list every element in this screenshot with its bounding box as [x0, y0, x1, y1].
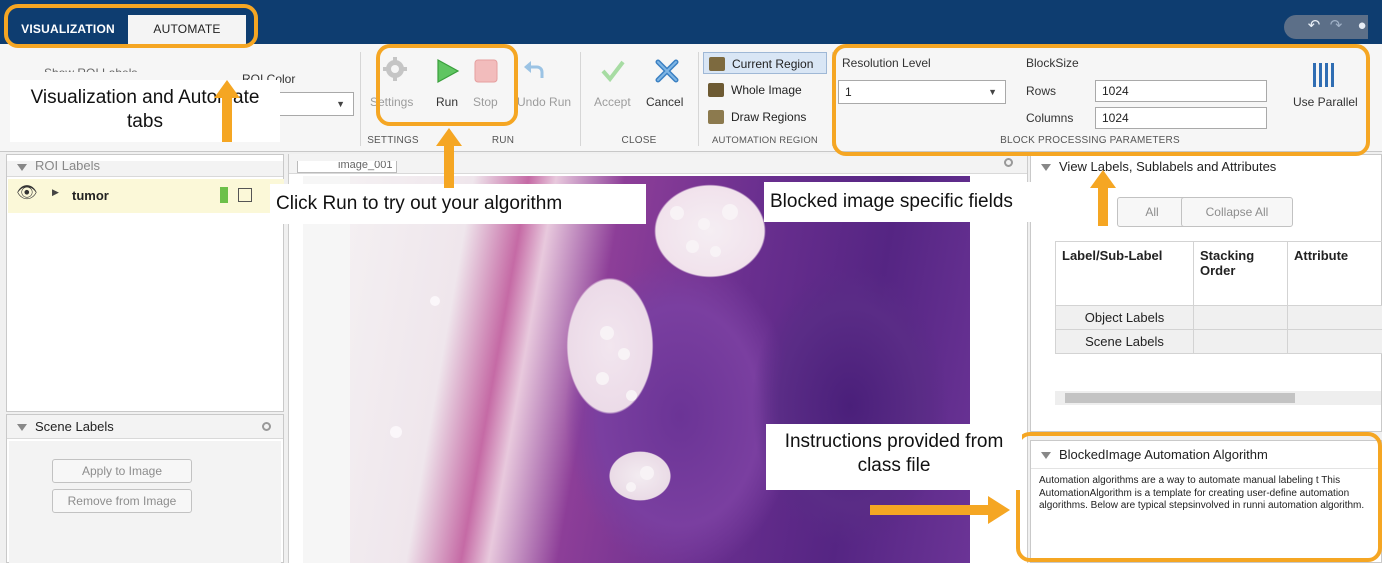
region-icon [709, 57, 725, 71]
whole-image-button[interactable]: Whole Image [703, 79, 827, 101]
checkmark-icon[interactable] [600, 58, 626, 84]
group-settings: SETTINGS [367, 135, 419, 146]
expand-all-button[interactable]: All [1117, 197, 1187, 227]
current-region-button[interactable]: Current Region [703, 52, 827, 74]
callout-blocked: Blocked image specific fields [764, 182, 1094, 222]
redo-icon[interactable]: ↷ [1326, 16, 1346, 36]
column-header[interactable]: Label/Sub-Label [1055, 241, 1194, 306]
labels-table: Label/Sub-Label Stacking Order Attribute… [1055, 241, 1382, 354]
highlight-run [376, 44, 518, 126]
image-icon [708, 83, 724, 97]
cancel-button[interactable]: Cancel [646, 95, 683, 109]
highlight-algorithm [1016, 432, 1382, 562]
accept-button[interactable]: Accept [594, 95, 631, 109]
draw-regions-label: Draw Regions [731, 110, 807, 124]
remove-from-image-button[interactable]: Remove from Image [52, 489, 192, 513]
scene-labels-header[interactable]: Scene Labels [7, 415, 283, 439]
apply-to-image-button[interactable]: Apply to Image [52, 459, 192, 483]
collapse-all-button[interactable]: Collapse All [1181, 197, 1293, 227]
undo-icon[interactable]: ↶ [1304, 16, 1324, 36]
draw-regions-icon [708, 110, 724, 124]
column-header[interactable]: Stacking Order [1193, 241, 1288, 306]
group-automation-region: AUTOMATION REGION [712, 135, 818, 146]
draw-regions-button[interactable]: Draw Regions [703, 106, 827, 128]
image-labeler-window: VISUALIZATION AUTOMATE ↶ ↷ ● Show ROI La… [0, 0, 1382, 563]
undo-run-icon[interactable] [522, 58, 548, 84]
scene-labels-panel: Scene Labels Apply to Image Remove from … [6, 414, 284, 563]
settings-icon[interactable] [262, 422, 271, 431]
view-labels-header[interactable]: View Labels, Sublabels and Attributes [1031, 155, 1381, 179]
callout-instructions: Instructions provided from class file [766, 424, 1022, 490]
undo-run-button[interactable]: Undo Run [517, 95, 571, 109]
roi-labels-header[interactable]: ROI Labels [7, 158, 283, 177]
current-region-label: Current Region [732, 57, 814, 71]
callout-run: Click Run to try out your algorithm [270, 184, 646, 224]
help-icon[interactable]: ● [1352, 16, 1372, 36]
expand-arrow-icon[interactable]: ▶ [52, 187, 59, 198]
highlight-tabs [4, 4, 258, 48]
arrow-right-icon [988, 496, 1010, 524]
column-header[interactable]: Attribute [1287, 241, 1382, 306]
roi-label-row[interactable]: 👁 ▶ tumor [8, 179, 284, 213]
table-row[interactable]: Scene Labels [1055, 329, 1194, 354]
roi-label-name: tumor [72, 188, 109, 203]
whole-image-label: Whole Image [731, 83, 802, 97]
eye-icon[interactable]: 👁 [16, 183, 38, 203]
cancel-icon[interactable] [654, 58, 680, 84]
settings-icon[interactable] [1004, 158, 1013, 167]
label-color-swatch [220, 187, 228, 203]
roi-labels-title: ROI Labels [35, 158, 101, 173]
chevron-down-icon: ▼ [336, 99, 345, 109]
table-row[interactable]: Object Labels [1055, 305, 1194, 330]
highlight-block-params [832, 44, 1370, 156]
horizontal-scrollbar[interactable] [1055, 391, 1381, 405]
group-close: CLOSE [621, 135, 657, 146]
label-checkbox[interactable] [238, 188, 252, 202]
scene-labels-title: Scene Labels [35, 419, 114, 434]
